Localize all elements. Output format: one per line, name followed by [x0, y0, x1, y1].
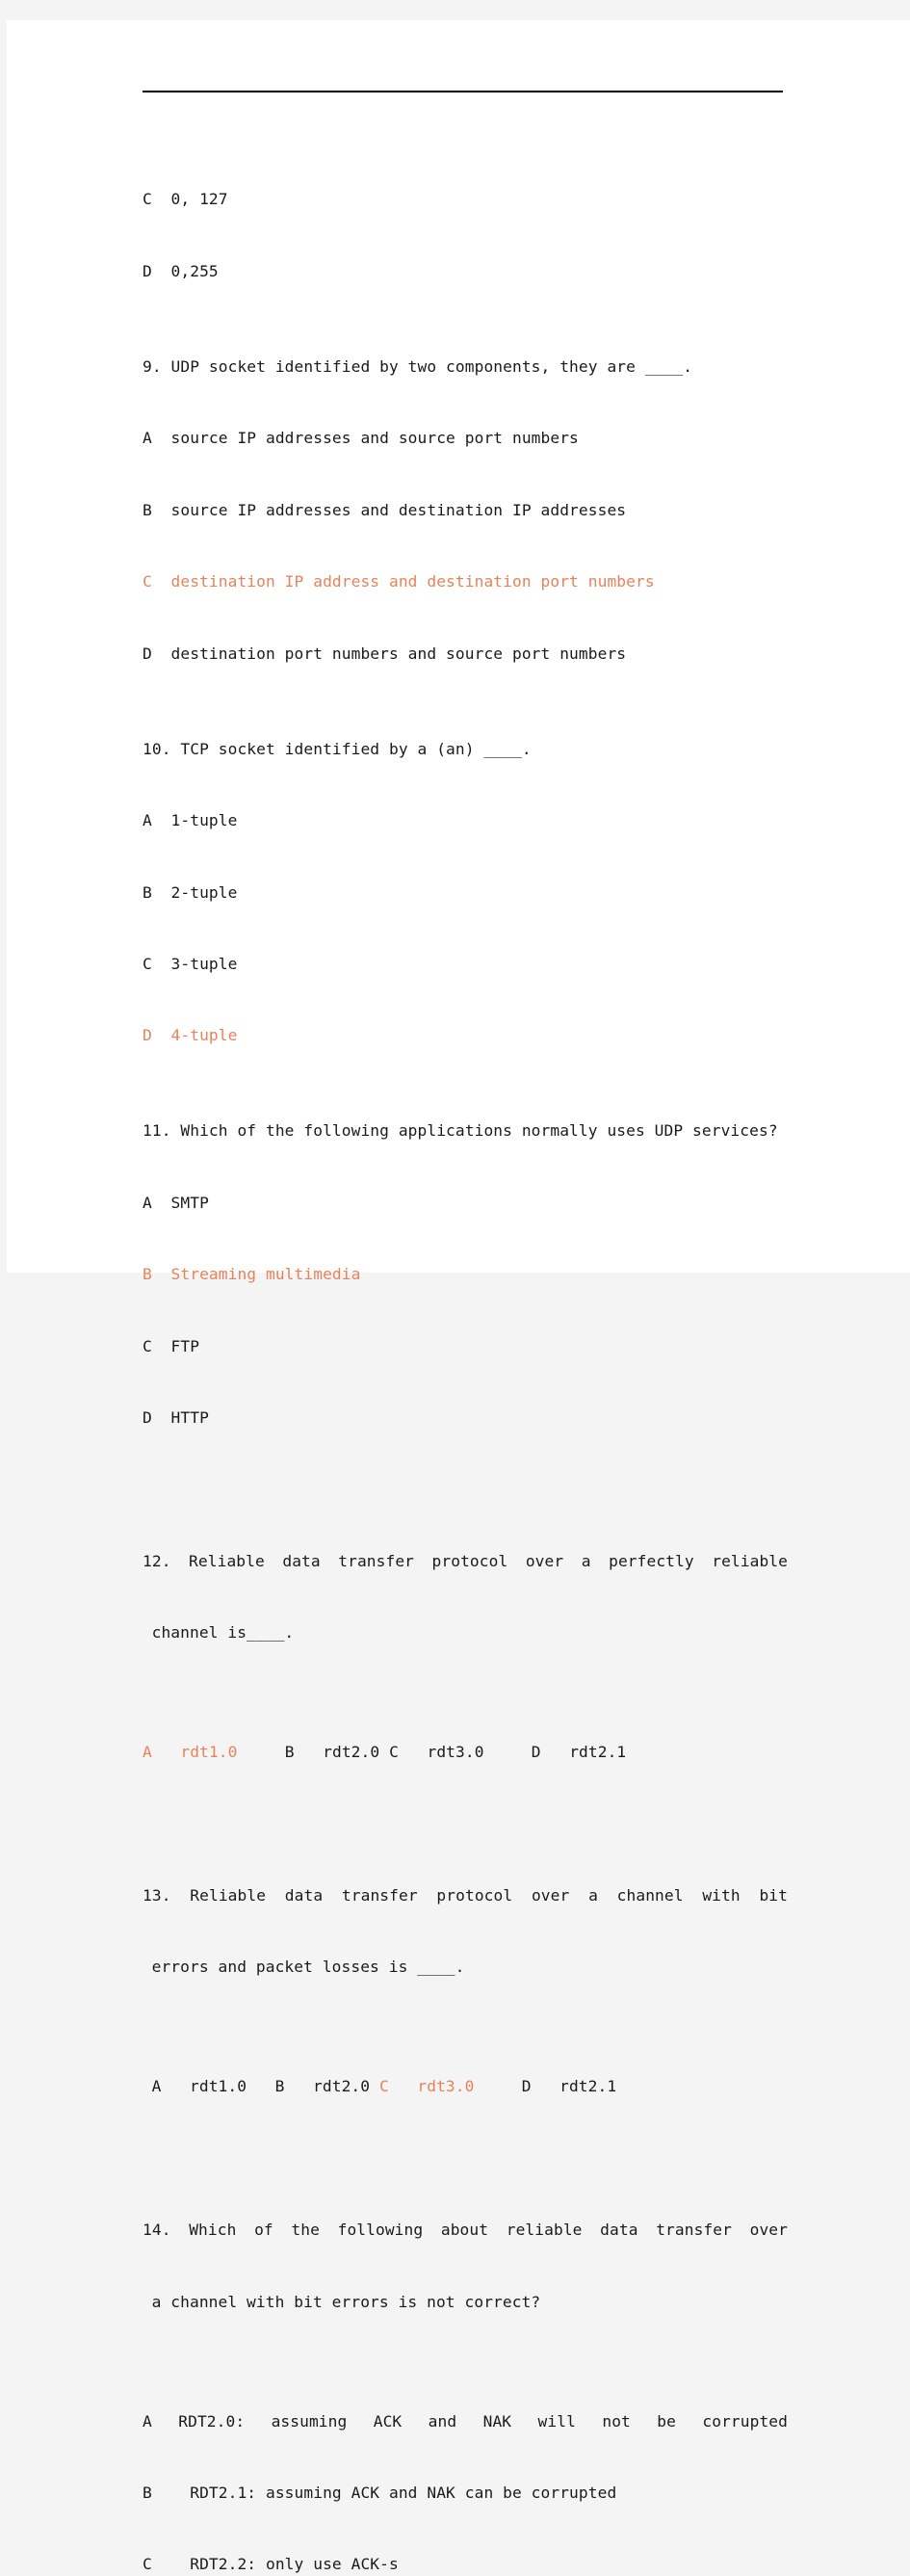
question-13-option-a-text: rdt1.0	[190, 2077, 247, 2096]
question-12-option-c-text: rdt3.0	[427, 1743, 484, 1762]
question-11-option-b-answer: B Streaming multimedia	[143, 1265, 361, 1284]
question-9-option-b: B source IP addresses and destination IP…	[143, 500, 627, 519]
question-10-option-a: A 1-tuple	[143, 811, 238, 830]
question-11-option-c: C FTP	[143, 1336, 200, 1355]
question-13-option-c-answer: rdt3.0	[417, 2077, 475, 2096]
question-12-option-c-letter: C	[389, 1743, 399, 1762]
question-14-stem-line-2: a channel with bit errors is not correct…	[151, 2292, 541, 2311]
question-12-option-b-text: rdt2.0	[323, 1743, 380, 1762]
question-9-option-d: D destination port numbers and source po…	[143, 644, 627, 663]
question-9-option-a: A source IP addresses and source port nu…	[143, 429, 579, 448]
question-9-stem: 9. UDP socket identified by two componen…	[143, 356, 693, 376]
question-14-option-c: C RDT2.2: only use ACK-s	[143, 2555, 399, 2574]
question-11-stem: 11. Which of the following applications …	[143, 1121, 778, 1141]
question-13-option-c-letter: C	[378, 2077, 389, 2096]
question-14-stem-line-1: 14. Which of the following about reliabl…	[143, 2221, 788, 2240]
question-13-stem-line-2: errors and packet losses is ____.	[151, 1958, 465, 1977]
question-13-stem: 13. Reliable data transfer protocol over…	[143, 1836, 788, 2027]
question-10-option-c: C 3-tuple	[143, 954, 238, 973]
question-11-option-a: A SMTP	[143, 1193, 209, 1212]
question-12-option-d-text: rdt2.1	[569, 1743, 627, 1762]
question-12-stem-line-1: 12. Reliable data transfer protocol over…	[143, 1551, 788, 1570]
option-line-d: D 0,255	[143, 261, 219, 280]
option-line-c: C 0, 127	[143, 190, 228, 209]
question-13-option-d-text: rdt2.1	[559, 2077, 617, 2096]
question-13-option-b-letter: B	[274, 2077, 285, 2096]
question-14-option-a: A RDT2.0: assuming ACK and NAK will not …	[143, 2411, 788, 2431]
question-10-option-d-answer: D 4-tuple	[143, 1026, 238, 1045]
question-13-stem-line-1: 13. Reliable data transfer protocol over…	[143, 1885, 788, 1905]
exam-question-body: C 0, 127 D 0,255 9. UDP socket identifie…	[143, 117, 788, 2576]
question-13-option-a-letter: A	[151, 2077, 162, 2096]
question-12-option-a-letter: A	[143, 1743, 152, 1762]
question-12-stem: 12. Reliable data transfer protocol over…	[143, 1502, 788, 1693]
question-12-option-b-letter: B	[284, 1743, 295, 1762]
question-13-options: A rdt1.0 B rdt2.0 C rdt3.0 D rdt2.1	[143, 2075, 788, 2099]
page-sheet: C 0, 127 D 0,255 9. UDP socket identifie…	[7, 20, 910, 2573]
question-11-option-d: D HTTP	[143, 1408, 209, 1428]
question-12-stem-line-2: channel is____.	[151, 1623, 295, 1643]
question-13-option-d-letter: D	[521, 2077, 532, 2096]
question-14-option-b: B RDT2.1: assuming ACK and NAK can be co…	[143, 2483, 617, 2502]
question-14-stem: 14. Which of the following about reliabl…	[143, 2171, 788, 2362]
question-9-option-c-answer: C destination IP address and destination…	[143, 572, 655, 591]
question-10-option-b: B 2-tuple	[143, 882, 238, 902]
question-12-option-a-answer: rdt1.0	[180, 1743, 238, 1762]
question-12-option-d-letter: D	[531, 1743, 541, 1762]
question-12-options: A rdt1.0 B rdt2.0 C rdt3.0 D rdt2.1	[143, 1741, 788, 1765]
header-horizontal-rule	[143, 91, 783, 92]
question-10-stem: 10. TCP socket identified by a (an) ____…	[143, 739, 532, 758]
question-13-option-b-text: rdt2.0	[313, 2077, 371, 2096]
